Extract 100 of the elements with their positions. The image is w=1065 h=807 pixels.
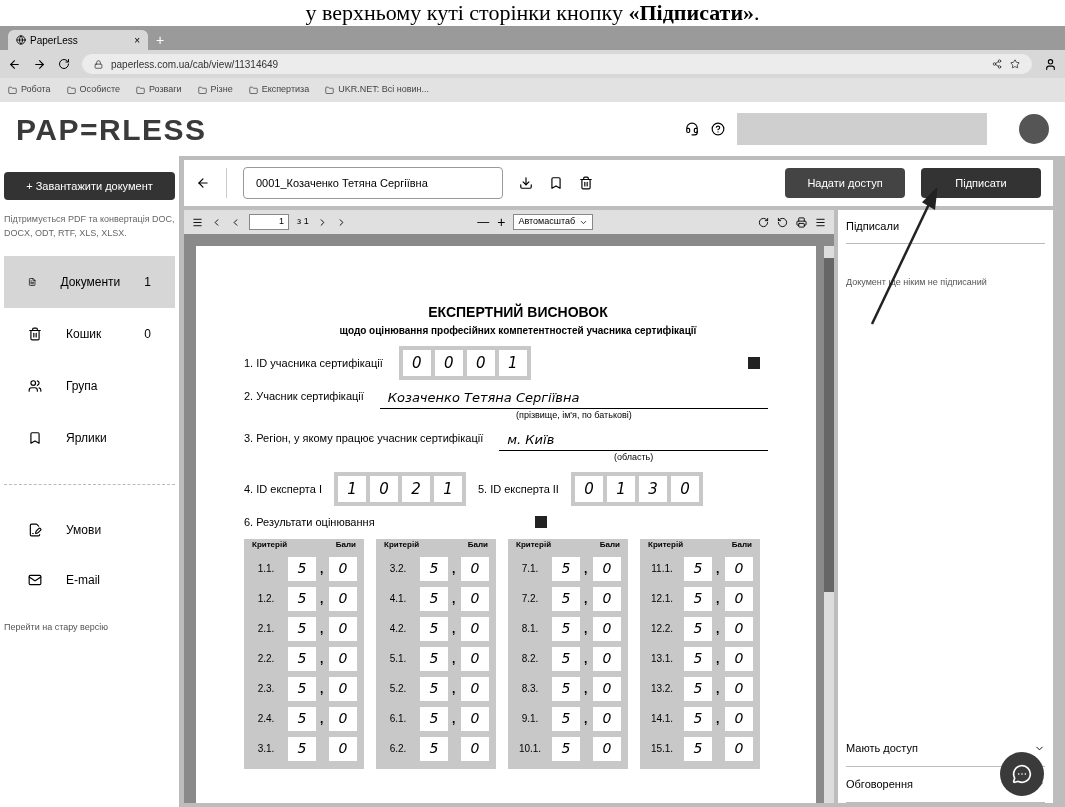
decimal-comma: ,	[716, 650, 721, 668]
reload-icon[interactable]	[58, 58, 70, 70]
nav-item[interactable]: Кошик 0	[4, 308, 175, 360]
digit-cell: 0	[329, 646, 357, 671]
criterion-label: 1.1.	[256, 562, 276, 576]
download-icon[interactable]	[519, 176, 533, 190]
digit-cell: 0	[329, 706, 357, 731]
page-input[interactable]: 1	[249, 214, 289, 230]
section-label: Обговорення	[846, 777, 914, 793]
digit-cell: 5	[288, 556, 316, 581]
criterion-label: 8.3.	[520, 682, 540, 696]
digit-cell: 5	[420, 616, 448, 641]
bookmark-item[interactable]: Особисте	[66, 83, 120, 97]
menu-icon[interactable]	[815, 216, 826, 228]
decimal-comma: ,	[320, 680, 325, 698]
digit-cell: 0	[593, 616, 621, 641]
bookmark-item[interactable]: Робота	[8, 83, 51, 97]
folder-icon	[197, 85, 207, 95]
digit-cell: 0	[329, 616, 357, 641]
delete-icon[interactable]	[579, 176, 593, 190]
panel-title: Підписали	[846, 210, 1045, 244]
criterion-label: 8.2.	[520, 652, 540, 666]
decimal-comma: ,	[452, 680, 457, 698]
digit-cell: 5	[288, 616, 316, 641]
criterion-label: 13.1.	[649, 652, 675, 666]
digit-cell: 0	[593, 676, 621, 701]
profile-icon[interactable]	[1044, 57, 1057, 71]
back-icon[interactable]	[196, 176, 210, 190]
support-icon[interactable]	[685, 122, 699, 136]
digit-cell: 5	[684, 586, 712, 611]
digit-cell: 5	[552, 556, 580, 581]
criterion-label: 3.1.	[256, 742, 276, 756]
nav-count: 0	[144, 326, 151, 343]
zoom-select[interactable]: Автомасштаб	[513, 214, 594, 230]
share-button[interactable]: Надати доступ	[785, 168, 905, 198]
digit-cell: 5	[420, 676, 448, 701]
nav-item[interactable]: Група	[4, 360, 175, 412]
bookmark-item[interactable]: Розваги	[135, 83, 182, 97]
address-bar[interactable]: paperless.com.ua/cab/view/11314649	[82, 54, 1032, 74]
folder-icon	[8, 85, 17, 95]
nav-icon	[28, 431, 42, 445]
sign-button[interactable]: Підписати	[921, 168, 1041, 198]
menu-icon[interactable]	[192, 216, 203, 228]
field-label: 1. ID учасника сертифікації	[244, 355, 383, 371]
marker-square	[748, 357, 760, 369]
digit-cell: 5	[684, 646, 712, 671]
rotate-back-icon[interactable]	[777, 216, 788, 228]
criterion-label: 6.1.	[388, 712, 408, 726]
zoom-out-button[interactable]: —	[477, 213, 490, 231]
digit-cell: 0	[466, 350, 495, 376]
help-icon[interactable]	[711, 122, 725, 136]
criterion-label: 14.1.	[649, 712, 675, 726]
bookmark-item[interactable]: UKR.NET: Всі новин...	[325, 83, 429, 97]
nav-item[interactable]: E-mail	[4, 555, 175, 605]
section-label: Мають доступ	[846, 741, 919, 757]
zoom-in-button[interactable]: +	[497, 211, 506, 233]
column-header: Бали	[731, 538, 752, 551]
document-subtitle: щодо оцінювання професійних компетентностей учасника сертифікації	[339, 324, 697, 338]
nav-item[interactable]: Ярлики	[4, 412, 175, 464]
back-icon[interactable]	[8, 57, 21, 71]
digit-cell: 0	[461, 646, 489, 671]
digit-cell: 5	[552, 736, 580, 761]
share-icon[interactable]	[992, 59, 1002, 69]
digit-cell: 3	[638, 476, 667, 502]
old-version-link[interactable]: Перейти на стару версію	[4, 621, 175, 635]
print-icon[interactable]	[796, 216, 807, 228]
upload-button[interactable]: + Завантажити документ	[4, 172, 175, 200]
decimal-comma: ,	[452, 620, 457, 638]
forward-icon[interactable]	[33, 57, 46, 71]
field-label: 6. Результати оцінювання	[244, 515, 375, 530]
caption-text: у верхньому куті сторінки кнопку «Підписати».	[305, 0, 760, 26]
browser-tab[interactable]: PaperLess ×	[8, 30, 148, 50]
bookmark-icon[interactable]	[549, 176, 563, 190]
digit-cell: 0	[593, 706, 621, 731]
digit-cell: 5	[552, 676, 580, 701]
rotate-icon[interactable]	[758, 216, 769, 228]
digit-cell: 5	[684, 556, 712, 581]
digit-cell: 5	[684, 736, 712, 761]
digit-cell: 5	[288, 706, 316, 731]
bookmark-item[interactable]: Експертиза	[248, 83, 310, 97]
digit-cell: 1	[337, 476, 366, 502]
decimal-comma: ,	[452, 590, 457, 608]
tab-close[interactable]: ×	[134, 32, 140, 48]
digit-cell: 5	[552, 706, 580, 731]
digit-cell: 0	[725, 736, 753, 761]
decimal-comma: ,	[716, 680, 721, 698]
digit-cell: 0	[574, 476, 603, 502]
decimal-comma: ,	[584, 650, 589, 668]
digit-cell: 5	[420, 556, 448, 581]
star-icon[interactable]	[1010, 59, 1020, 69]
decimal-comma: ,	[584, 590, 589, 608]
decimal-comma: ,	[452, 560, 457, 578]
bookmark-item[interactable]: Різне	[197, 83, 233, 97]
nav-item[interactable]: Документи 1	[4, 256, 175, 308]
digit-cell: 5	[684, 676, 712, 701]
region-value: м. Київ	[499, 430, 768, 451]
criterion-label: 4.1.	[388, 592, 408, 606]
avatar[interactable]	[1019, 114, 1049, 144]
document-name-field[interactable]: 0001_Козаченко Тетяна Сергіївна	[243, 167, 503, 199]
nav-item[interactable]: Умови	[4, 505, 175, 555]
